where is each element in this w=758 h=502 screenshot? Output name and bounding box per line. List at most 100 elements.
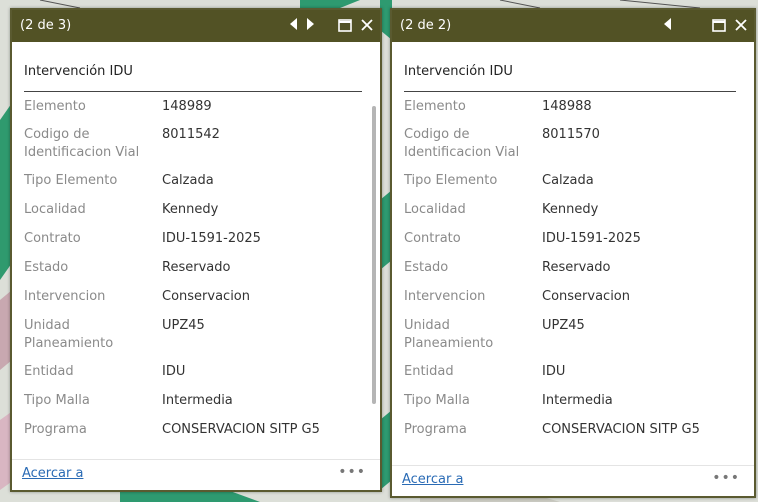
attribute-label: Intervencion — [24, 289, 106, 304]
table-row: Entidad IDU — [24, 363, 320, 392]
attribute-value: Reservado — [542, 260, 611, 275]
table-row: Unidad Planeamiento UPZ45 — [404, 317, 700, 363]
maximize-icon — [712, 19, 726, 32]
feature-counter: (2 de 2) — [400, 18, 452, 33]
table-row: Tipo Elemento Calzada — [404, 172, 700, 201]
attribute-value: Intermedia — [542, 393, 613, 408]
attribute-label: Entidad — [24, 364, 74, 379]
attribute-label: Programa — [24, 422, 87, 437]
attribute-label: Elemento — [24, 99, 86, 114]
table-row: Localidad Kennedy — [404, 201, 700, 230]
attribute-label: Tipo Elemento — [24, 173, 118, 188]
attribute-label: Estado — [404, 260, 449, 275]
attribute-value: Conservacion — [162, 289, 250, 304]
attribute-label: Entidad — [404, 364, 454, 379]
section-title: Intervención IDU — [404, 64, 513, 79]
attribute-table: Elemento 148989 Codigo de Identificacion… — [24, 98, 320, 459]
previous-feature-button[interactable] — [288, 17, 298, 31]
attribute-value: UPZ45 — [162, 318, 205, 333]
attribute-label: Estado — [24, 260, 69, 275]
table-row: Localidad Kennedy — [24, 201, 320, 230]
popup-content[interactable]: Intervención IDU Elemento 148989 Codigo … — [12, 42, 380, 460]
table-row: Contrato IDU-1591-2025 — [24, 230, 320, 259]
section-title: Intervención IDU — [24, 64, 133, 79]
attribute-value: Calzada — [542, 173, 594, 188]
attribute-label: Unidad Planeamiento — [404, 318, 494, 351]
attribute-value: CONSERVACION SITP G5 — [542, 422, 700, 437]
table-row: Codigo de Identificacion Vial 8011542 — [24, 126, 320, 172]
zoom-to-link[interactable]: Acercar a — [22, 466, 83, 481]
close-button[interactable] — [360, 18, 374, 32]
feature-counter: (2 de 3) — [20, 18, 72, 33]
next-feature-button[interactable] — [306, 17, 316, 31]
table-row: Tipo Elemento Calzada — [24, 172, 320, 201]
attribute-label: Intervencion — [404, 289, 486, 304]
attribute-value: UPZ45 — [542, 318, 585, 333]
zoom-to-link[interactable]: Acercar a — [402, 472, 463, 487]
attribute-value: Calzada — [162, 173, 214, 188]
attribute-value: 8011542 — [162, 127, 220, 142]
popup-title-bar: (2 de 2) — [392, 10, 754, 42]
section-divider — [24, 91, 362, 92]
popup-footer: Acercar a ••• — [12, 459, 380, 490]
table-row: Tipo Malla Intermedia — [24, 392, 320, 421]
triangle-right-icon — [307, 18, 314, 30]
maximize-button[interactable] — [338, 19, 352, 32]
attribute-label: Tipo Malla — [404, 393, 470, 408]
attribute-label: Contrato — [24, 231, 81, 246]
attribute-label: Tipo Elemento — [404, 173, 498, 188]
section-divider — [404, 91, 736, 92]
previous-feature-button[interactable] — [662, 17, 672, 31]
table-row: Elemento 148988 — [404, 98, 700, 126]
attribute-value: Intermedia — [162, 393, 233, 408]
attribute-value: 8011570 — [542, 127, 600, 142]
table-row: Codigo de Identificacion Vial 8011570 — [404, 126, 700, 172]
table-row: Estado Reservado — [404, 259, 700, 288]
close-icon — [361, 19, 373, 31]
attribute-label: Contrato — [404, 231, 461, 246]
attribute-label: Tipo Malla — [24, 393, 90, 408]
more-actions-button[interactable]: ••• — [338, 464, 366, 480]
attribute-value: Reservado — [162, 260, 231, 275]
table-row: Elemento 148989 — [24, 98, 320, 126]
more-actions-button[interactable]: ••• — [712, 470, 740, 486]
triangle-left-icon — [664, 18, 671, 30]
triangle-left-icon — [290, 18, 297, 30]
attribute-value: Kennedy — [542, 202, 599, 217]
attribute-value: 148988 — [542, 99, 592, 114]
table-row: Tipo Malla Intermedia — [404, 392, 700, 421]
table-row: Contrato IDU-1591-2025 — [404, 230, 700, 259]
popup-left: (2 de 3) Intervención IDU Elemento 14898… — [10, 8, 382, 492]
popup-right: (2 de 2) Intervención IDU Elemento 14898… — [390, 8, 756, 498]
scrollbar[interactable] — [372, 106, 376, 404]
table-row: Programa CONSERVACION SITP G5 — [24, 421, 320, 459]
attribute-label: Codigo de Identificacion Vial — [24, 127, 140, 160]
attribute-value: CONSERVACION SITP G5 — [162, 422, 320, 437]
attribute-value: 148989 — [162, 99, 212, 114]
table-row: Estado Reservado — [24, 259, 320, 288]
popup-content[interactable]: Intervención IDU Elemento 148988 Codigo … — [392, 42, 754, 466]
attribute-value: IDU — [542, 364, 566, 379]
attribute-value: IDU-1591-2025 — [162, 231, 261, 246]
table-row: Intervencion Conservacion — [24, 288, 320, 317]
attribute-label: Programa — [404, 422, 467, 437]
attribute-value: IDU — [162, 364, 186, 379]
attribute-value: IDU-1591-2025 — [542, 231, 641, 246]
attribute-value: Kennedy — [162, 202, 219, 217]
attribute-label: Elemento — [404, 99, 466, 114]
popup-title-bar: (2 de 3) — [12, 10, 380, 42]
attribute-label: Codigo de Identificacion Vial — [404, 127, 520, 160]
attribute-label: Unidad Planeamiento — [24, 318, 114, 351]
table-row: Intervencion Conservacion — [404, 288, 700, 317]
table-row: Unidad Planeamiento UPZ45 — [24, 317, 320, 363]
table-row: Entidad IDU — [404, 363, 700, 392]
table-row: Programa CONSERVACION SITP G5 — [404, 421, 700, 459]
attribute-label: Localidad — [404, 202, 466, 217]
maximize-button[interactable] — [712, 19, 726, 32]
maximize-icon — [338, 19, 352, 32]
close-button[interactable] — [734, 18, 748, 32]
close-icon — [735, 19, 747, 31]
popup-footer: Acercar a ••• — [392, 465, 754, 496]
attribute-table: Elemento 148988 Codigo de Identificacion… — [404, 98, 700, 459]
attribute-label: Localidad — [24, 202, 86, 217]
